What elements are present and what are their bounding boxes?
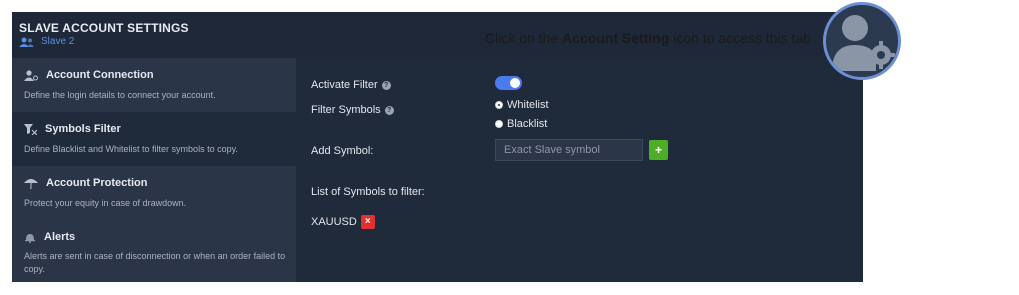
settings-sidebar: Account Connection Define the login deta…	[12, 58, 296, 282]
symbol-name: XAUUSD	[311, 216, 357, 228]
sidebar-item-alerts[interactable]: Alerts Alerts are sent in case of discon…	[12, 220, 296, 282]
add-symbol-button[interactable]: +	[649, 140, 668, 160]
activate-filter-label: Activate Filter ?	[311, 79, 391, 91]
sidebar-item-label: Account Protection	[46, 177, 148, 189]
add-symbol-label: Add Symbol:	[311, 145, 374, 157]
help-icon[interactable]: ?	[384, 105, 394, 115]
blacklist-option[interactable]: Blacklist	[495, 118, 547, 130]
help-icon[interactable]: ?	[381, 80, 391, 90]
umbrella-icon	[24, 178, 38, 189]
whitelist-radio[interactable]	[495, 101, 503, 109]
account-name: Slave 2	[41, 36, 75, 47]
users-icon	[19, 37, 34, 47]
sidebar-item-desc: Alerts are sent in case of disconnection…	[24, 251, 286, 274]
sidebar-item-account-connection[interactable]: Account Connection Define the login deta…	[12, 58, 296, 112]
sidebar-item-label: Alerts	[44, 231, 76, 243]
callout-highlight: Account Setting	[562, 30, 670, 46]
user-connect-icon	[24, 69, 38, 81]
sidebar-item-account-protection[interactable]: Account Protection Protect your equity i…	[12, 166, 296, 220]
sidebar-item-symbols-filter[interactable]: Symbols Filter Define Blacklist and Whit…	[12, 112, 296, 166]
symbol-list-label: List of Symbols to filter:	[311, 186, 425, 198]
symbol-chip: XAUUSD ×	[311, 215, 375, 229]
symbols-filter-content: Activate Filter ? Filter Symbols ? White…	[296, 58, 863, 282]
sidebar-item-desc: Define Blacklist and Whitelist to filter…	[24, 144, 238, 154]
filter-icon	[24, 123, 37, 135]
activate-filter-toggle[interactable]	[495, 76, 522, 90]
page-title: SLAVE ACCOUNT SETTINGS	[19, 21, 189, 35]
blacklist-radio[interactable]	[495, 120, 503, 128]
toggle-knob	[510, 78, 520, 88]
settings-panel: SLAVE ACCOUNT SETTINGS Slave 2 Account C…	[12, 12, 863, 282]
bell-icon	[25, 233, 35, 243]
sidebar-item-desc: Define the login details to connect your…	[24, 90, 216, 100]
symbol-input[interactable]: Exact Slave symbol	[495, 139, 643, 161]
user-gear-icon	[832, 15, 895, 71]
account-setting-icon[interactable]	[823, 2, 901, 80]
sidebar-item-label: Account Connection	[46, 69, 154, 81]
sidebar-item-label: Symbols Filter	[45, 123, 121, 135]
filter-symbols-label: Filter Symbols ?	[311, 104, 394, 116]
remove-symbol-button[interactable]: ×	[360, 215, 375, 229]
whitelist-option[interactable]: Whitelist	[495, 99, 549, 111]
account-indicator: Slave 2	[19, 36, 74, 47]
instruction-callout: Click on the Account Setting icon to acc…	[485, 30, 812, 46]
sidebar-item-desc: Protect your equity in case of drawdown.	[24, 198, 187, 208]
